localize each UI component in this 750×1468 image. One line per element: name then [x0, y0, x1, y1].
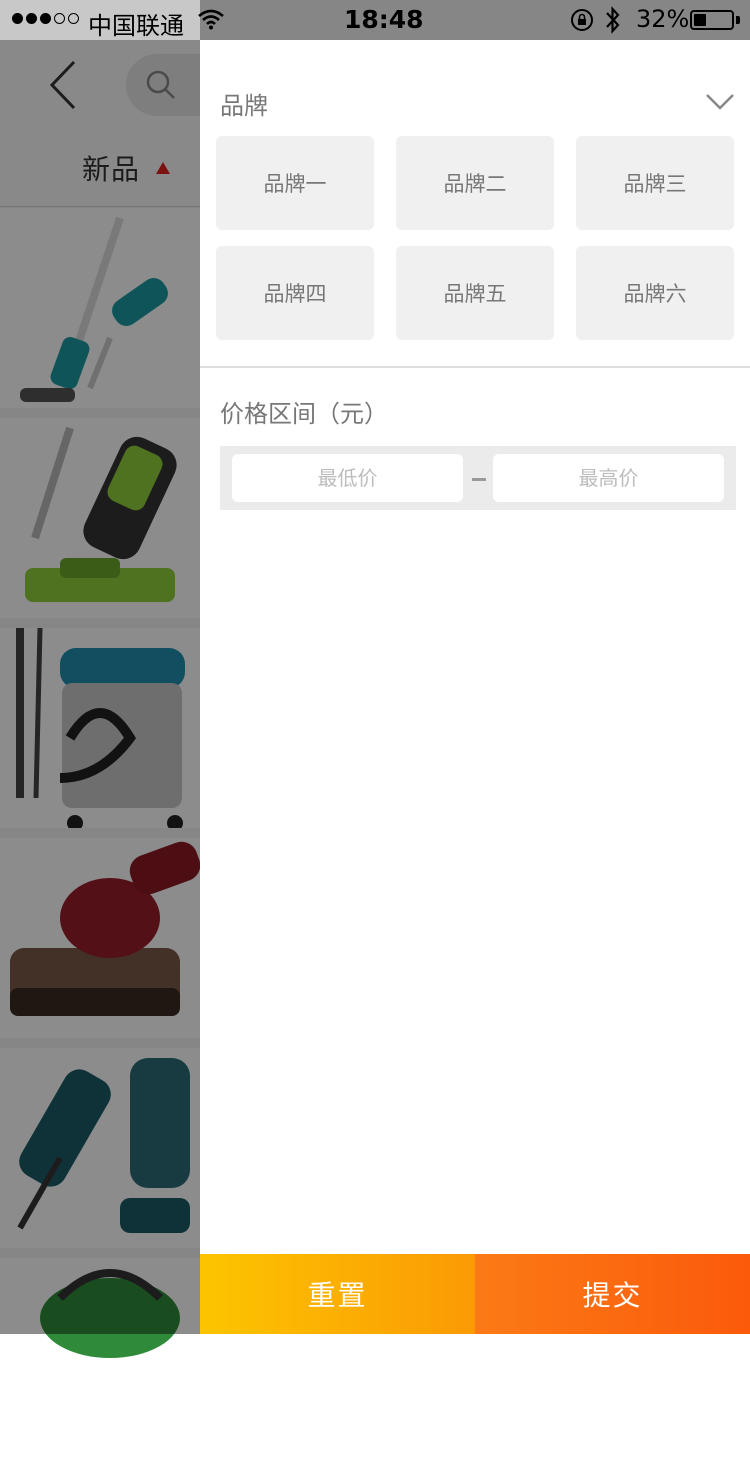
- status-time: 18:48: [344, 5, 424, 34]
- signal-dot: [40, 13, 51, 24]
- signal-dot: [26, 13, 37, 24]
- signal-strength-icon: [12, 13, 79, 24]
- price-range-dash: [472, 478, 486, 481]
- rotation-lock-icon: [571, 9, 593, 31]
- wifi-icon: [198, 9, 224, 30]
- brand-option[interactable]: 品牌六: [576, 246, 734, 340]
- signal-dot: [54, 13, 65, 24]
- price-section-title: 价格区间（元）: [220, 400, 388, 428]
- filter-footer: 重置 提交: [200, 1254, 750, 1334]
- max-price-input[interactable]: [493, 454, 724, 502]
- submit-button[interactable]: 提交: [475, 1254, 750, 1334]
- status-bar: 中国联通 18:48 32%: [0, 0, 750, 40]
- brand-option[interactable]: 品牌四: [216, 246, 374, 340]
- brand-option[interactable]: 品牌三: [576, 136, 734, 230]
- chevron-down-icon[interactable]: [704, 90, 736, 112]
- brand-option[interactable]: 品牌二: [396, 136, 554, 230]
- brand-section-title: 品牌: [220, 92, 268, 120]
- battery-level-fill: [694, 14, 706, 26]
- battery-percent: 32%: [636, 5, 690, 33]
- section-divider: [200, 366, 750, 368]
- bluetooth-icon: [606, 6, 620, 34]
- carrier-name: 中国联通: [88, 12, 184, 40]
- price-range: [220, 446, 736, 510]
- reset-button[interactable]: 重置: [200, 1254, 475, 1334]
- signal-dot: [68, 13, 79, 24]
- signal-dot: [12, 13, 23, 24]
- battery-tip: [736, 16, 740, 24]
- filter-drawer: 品牌 品牌一 品牌二 品牌三 品牌四 品牌五 品牌六 价格区间（元） 重置 提交: [200, 40, 750, 1334]
- battery-icon: [690, 10, 734, 30]
- brand-option[interactable]: 品牌五: [396, 246, 554, 340]
- brand-option[interactable]: 品牌一: [216, 136, 374, 230]
- min-price-input[interactable]: [232, 454, 463, 502]
